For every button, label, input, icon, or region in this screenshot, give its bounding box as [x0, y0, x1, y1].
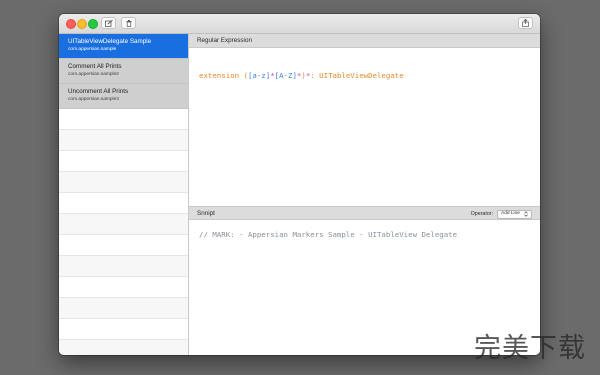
empty-row [59, 193, 188, 214]
operator-label: Operator: [470, 211, 493, 217]
empty-row [59, 256, 188, 277]
share-button[interactable] [518, 17, 533, 29]
chevron-updown-icon [524, 211, 528, 217]
trash-icon [126, 19, 132, 27]
zoom-window-button[interactable] [88, 19, 98, 29]
new-item-button[interactable] [101, 17, 116, 29]
minimize-window-button[interactable] [77, 19, 87, 29]
empty-row [59, 340, 188, 355]
list-item-subtitle: com.appersian.sample3 [68, 97, 119, 102]
snippet-section-header: Snnipt Operator: Add Line [189, 206, 540, 220]
empty-row [59, 151, 188, 172]
delete-item-button[interactable] [121, 17, 136, 29]
empty-row [59, 319, 188, 340]
app-window: UITableViewDelegate Sample com.appersian… [59, 14, 540, 355]
list-item[interactable]: Uncomment All Prints com.appersian.sampl… [59, 84, 188, 109]
empty-row [59, 130, 188, 151]
share-icon [522, 19, 529, 27]
empty-row [59, 109, 188, 130]
empty-row [59, 235, 188, 256]
close-window-button[interactable] [66, 19, 76, 29]
empty-row [59, 172, 188, 193]
snippet-editor[interactable]: // MARK: - Appersian Markers Sample - UI… [199, 230, 457, 239]
compose-icon [104, 19, 113, 27]
titlebar [59, 14, 540, 34]
list-item-title: UITableViewDelegate Sample [68, 38, 152, 45]
regex-editor[interactable]: extension ([a-z]*[A-Z]*)*: UITableViewDe… [199, 71, 404, 80]
regex-token: : UITableViewDelegate [310, 71, 404, 80]
watermark-logo: 完美下载 [474, 333, 586, 364]
operator-select[interactable]: Add Line [497, 209, 532, 219]
regex-token: [A-Z] [274, 71, 297, 80]
list-item-title: Uncomment All Prints [68, 88, 129, 95]
regex-token: [a-z] [247, 71, 271, 80]
list-item-subtitle: com.appersian.sample [68, 47, 117, 52]
editor-pane: Regular Expression extension ([a-z]*[A-Z… [189, 34, 540, 355]
list-item[interactable]: Comment All Prints com.appersian.sample2 [59, 59, 188, 84]
empty-row [59, 298, 188, 319]
regex-token: extension [199, 71, 244, 80]
list-item[interactable]: UITableViewDelegate Sample com.appersian… [59, 34, 188, 59]
snippet-header-label: Snnipt [197, 210, 215, 217]
regex-section-header: Regular Expression [189, 34, 540, 48]
empty-row [59, 277, 188, 298]
list-item-subtitle: com.appersian.sample2 [68, 72, 119, 77]
list-item-title: Comment All Prints [68, 63, 122, 70]
operator-value: Add Line [501, 211, 520, 216]
snippet-list: UITableViewDelegate Sample com.appersian… [59, 34, 189, 355]
operator-control: Operator: Add Line [471, 209, 532, 219]
empty-row [59, 214, 188, 235]
